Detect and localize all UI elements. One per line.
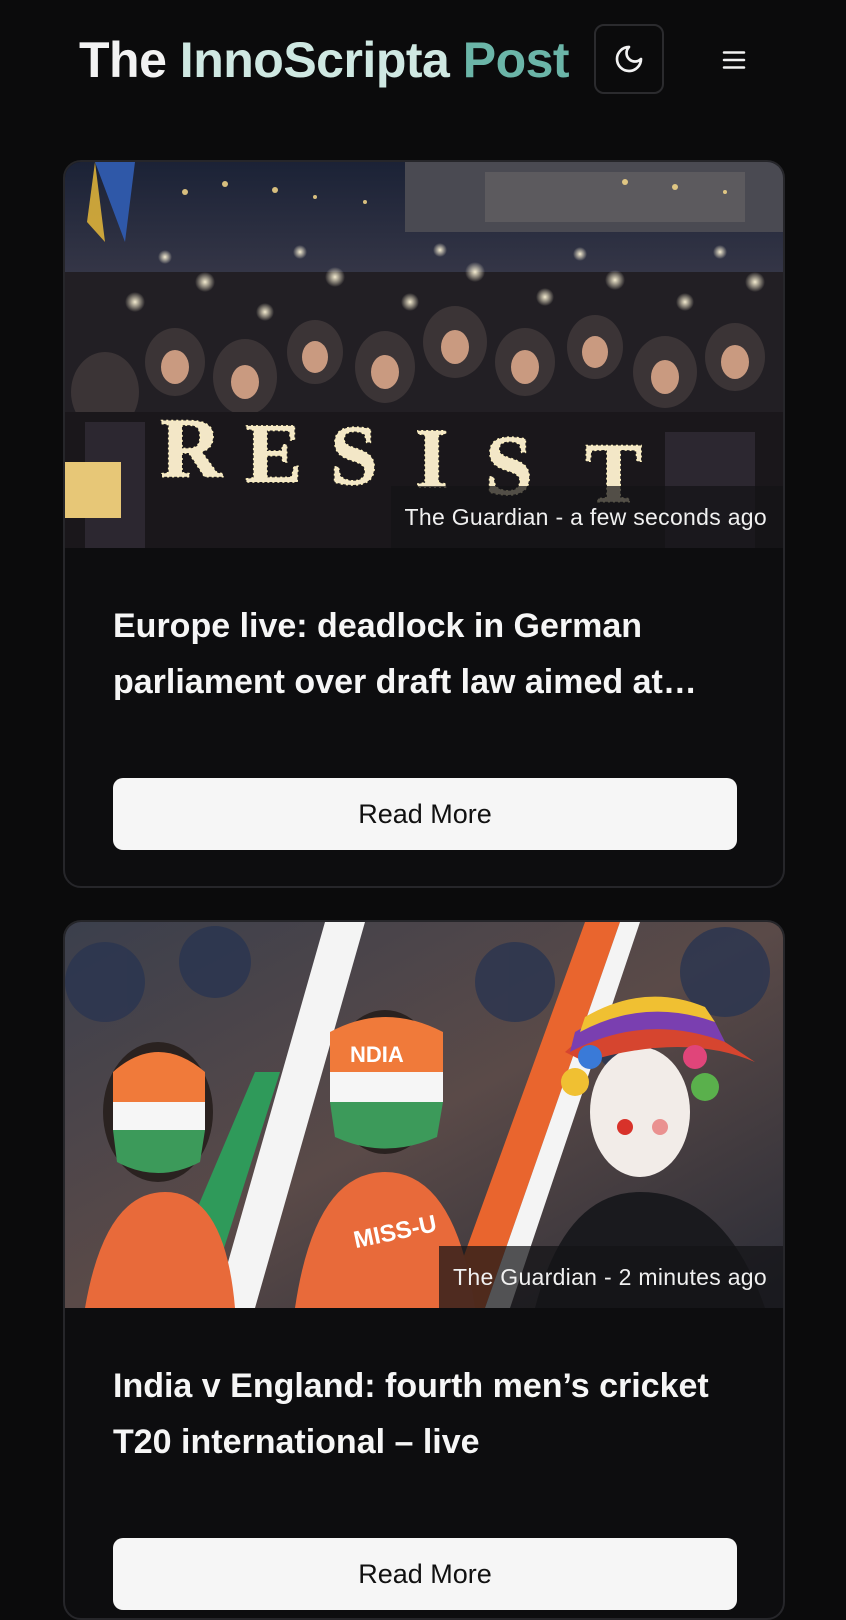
article-source-time: The Guardian - a few seconds ago	[390, 486, 783, 548]
article-body: Europe live: deadlock in German parliame…	[65, 548, 783, 850]
theme-toggle-button[interactable]	[594, 24, 664, 94]
article-card: R E S I S T The Guardian - a few seconds…	[63, 160, 785, 888]
site-header: The InnoScripta Post	[0, 0, 846, 120]
article-image[interactable]: R E S I S T The Guardian - a few seconds…	[65, 162, 783, 548]
read-more-button[interactable]: Read More	[113, 1538, 737, 1610]
brand-word-the: The	[79, 32, 180, 88]
site-logo[interactable]: The InnoScripta Post	[79, 28, 570, 92]
svg-text:S: S	[330, 407, 378, 503]
article-body: India v England: fourth men’s cricket T2…	[65, 1308, 783, 1610]
moon-icon	[615, 45, 643, 73]
brand-word-innoscripta: InnoScripta	[179, 32, 463, 88]
svg-text:NDIA: NDIA	[350, 1042, 404, 1067]
article-title[interactable]: India v England: fourth men’s cricket T2…	[113, 1358, 735, 1470]
svg-text:E: E	[245, 405, 302, 501]
article-card: NDIA MISS-U The Guardian - 2 minutes ago…	[63, 920, 785, 1620]
brand-word-post: Post	[462, 32, 570, 88]
read-more-button[interactable]: Read More	[113, 778, 737, 850]
article-image[interactable]: NDIA MISS-U The Guardian - 2 minutes ago	[65, 922, 783, 1308]
menu-button[interactable]	[704, 30, 764, 90]
svg-text:R: R	[160, 400, 223, 496]
article-title[interactable]: Europe live: deadlock in German parliame…	[113, 598, 735, 710]
hamburger-menu-icon	[722, 51, 746, 69]
article-source-time: The Guardian - 2 minutes ago	[439, 1246, 783, 1308]
